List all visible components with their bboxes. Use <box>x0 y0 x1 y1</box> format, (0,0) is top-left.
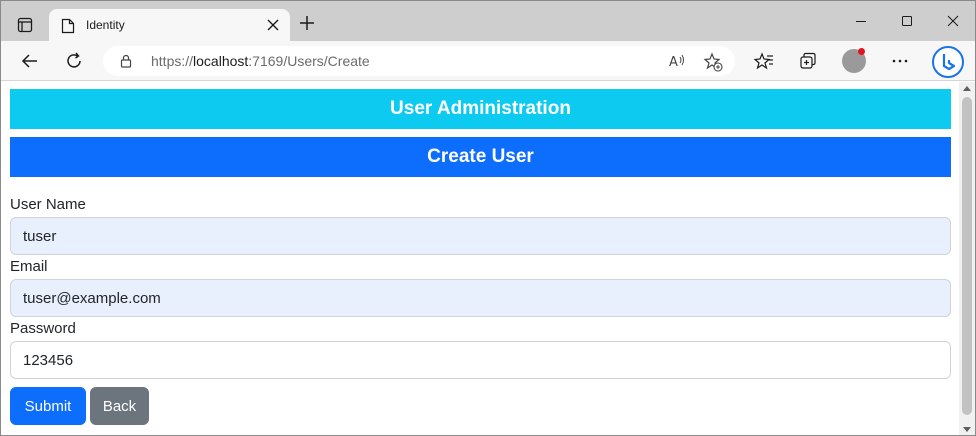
url-prefix: https:// <box>151 53 194 69</box>
admin-banner: User Administration <box>10 89 951 129</box>
page-icon <box>61 18 75 34</box>
vertical-scrollbar[interactable] <box>959 82 975 435</box>
page-title: Create User <box>10 137 951 177</box>
refresh-icon[interactable] <box>63 50 85 72</box>
read-aloud-icon[interactable]: A <box>668 52 686 70</box>
close-icon[interactable] <box>943 11 963 31</box>
url-path: :7169/Users/Create <box>248 53 370 69</box>
scroll-down-arrow-icon[interactable] <box>963 427 971 432</box>
url-host: localhost <box>193 53 249 69</box>
username-field[interactable]: tuser <box>10 217 951 255</box>
tab-actions-icon[interactable] <box>9 10 41 40</box>
browser-window: Identity https://localhost:7169/Users/Cr… <box>0 0 976 436</box>
collections-icon[interactable] <box>797 50 819 72</box>
back-button[interactable]: Back <box>90 387 149 425</box>
browser-toolbar: https://localhost:7169/Users/Create A <box>1 41 975 81</box>
password-field[interactable]: 123456 <box>10 341 951 379</box>
username-label: User Name <box>10 196 86 213</box>
plus-icon[interactable] <box>297 13 317 33</box>
close-icon[interactable] <box>266 18 280 32</box>
maximize-icon[interactable] <box>897 11 917 31</box>
more-icon[interactable] <box>889 50 911 72</box>
submit-button[interactable]: Submit <box>10 387 86 425</box>
page-viewport: User Administration Create User User Nam… <box>1 82 959 435</box>
title-bar: Identity <box>1 1 975 42</box>
email-field[interactable]: tuser@example.com <box>10 279 951 317</box>
lock-icon[interactable] <box>119 54 133 68</box>
tab-title: Identity <box>86 18 125 32</box>
url-text[interactable]: https://localhost:7169/Users/Create <box>151 53 370 69</box>
favorites-icon[interactable] <box>753 50 775 72</box>
browser-tab[interactable]: Identity <box>49 9 290 42</box>
minimize-icon[interactable] <box>851 11 871 31</box>
notification-dot <box>858 48 865 55</box>
password-label: Password <box>10 320 76 337</box>
svg-text:A: A <box>669 55 678 70</box>
address-bar[interactable]: https://localhost:7169/Users/Create A <box>103 46 735 76</box>
scroll-up-arrow-icon[interactable] <box>963 86 971 91</box>
email-label: Email <box>10 258 48 275</box>
back-arrow-icon[interactable] <box>19 50 41 72</box>
scroll-thumb[interactable] <box>962 97 972 415</box>
bing-icon[interactable] <box>932 46 964 78</box>
add-favorite-icon[interactable] <box>703 52 723 72</box>
